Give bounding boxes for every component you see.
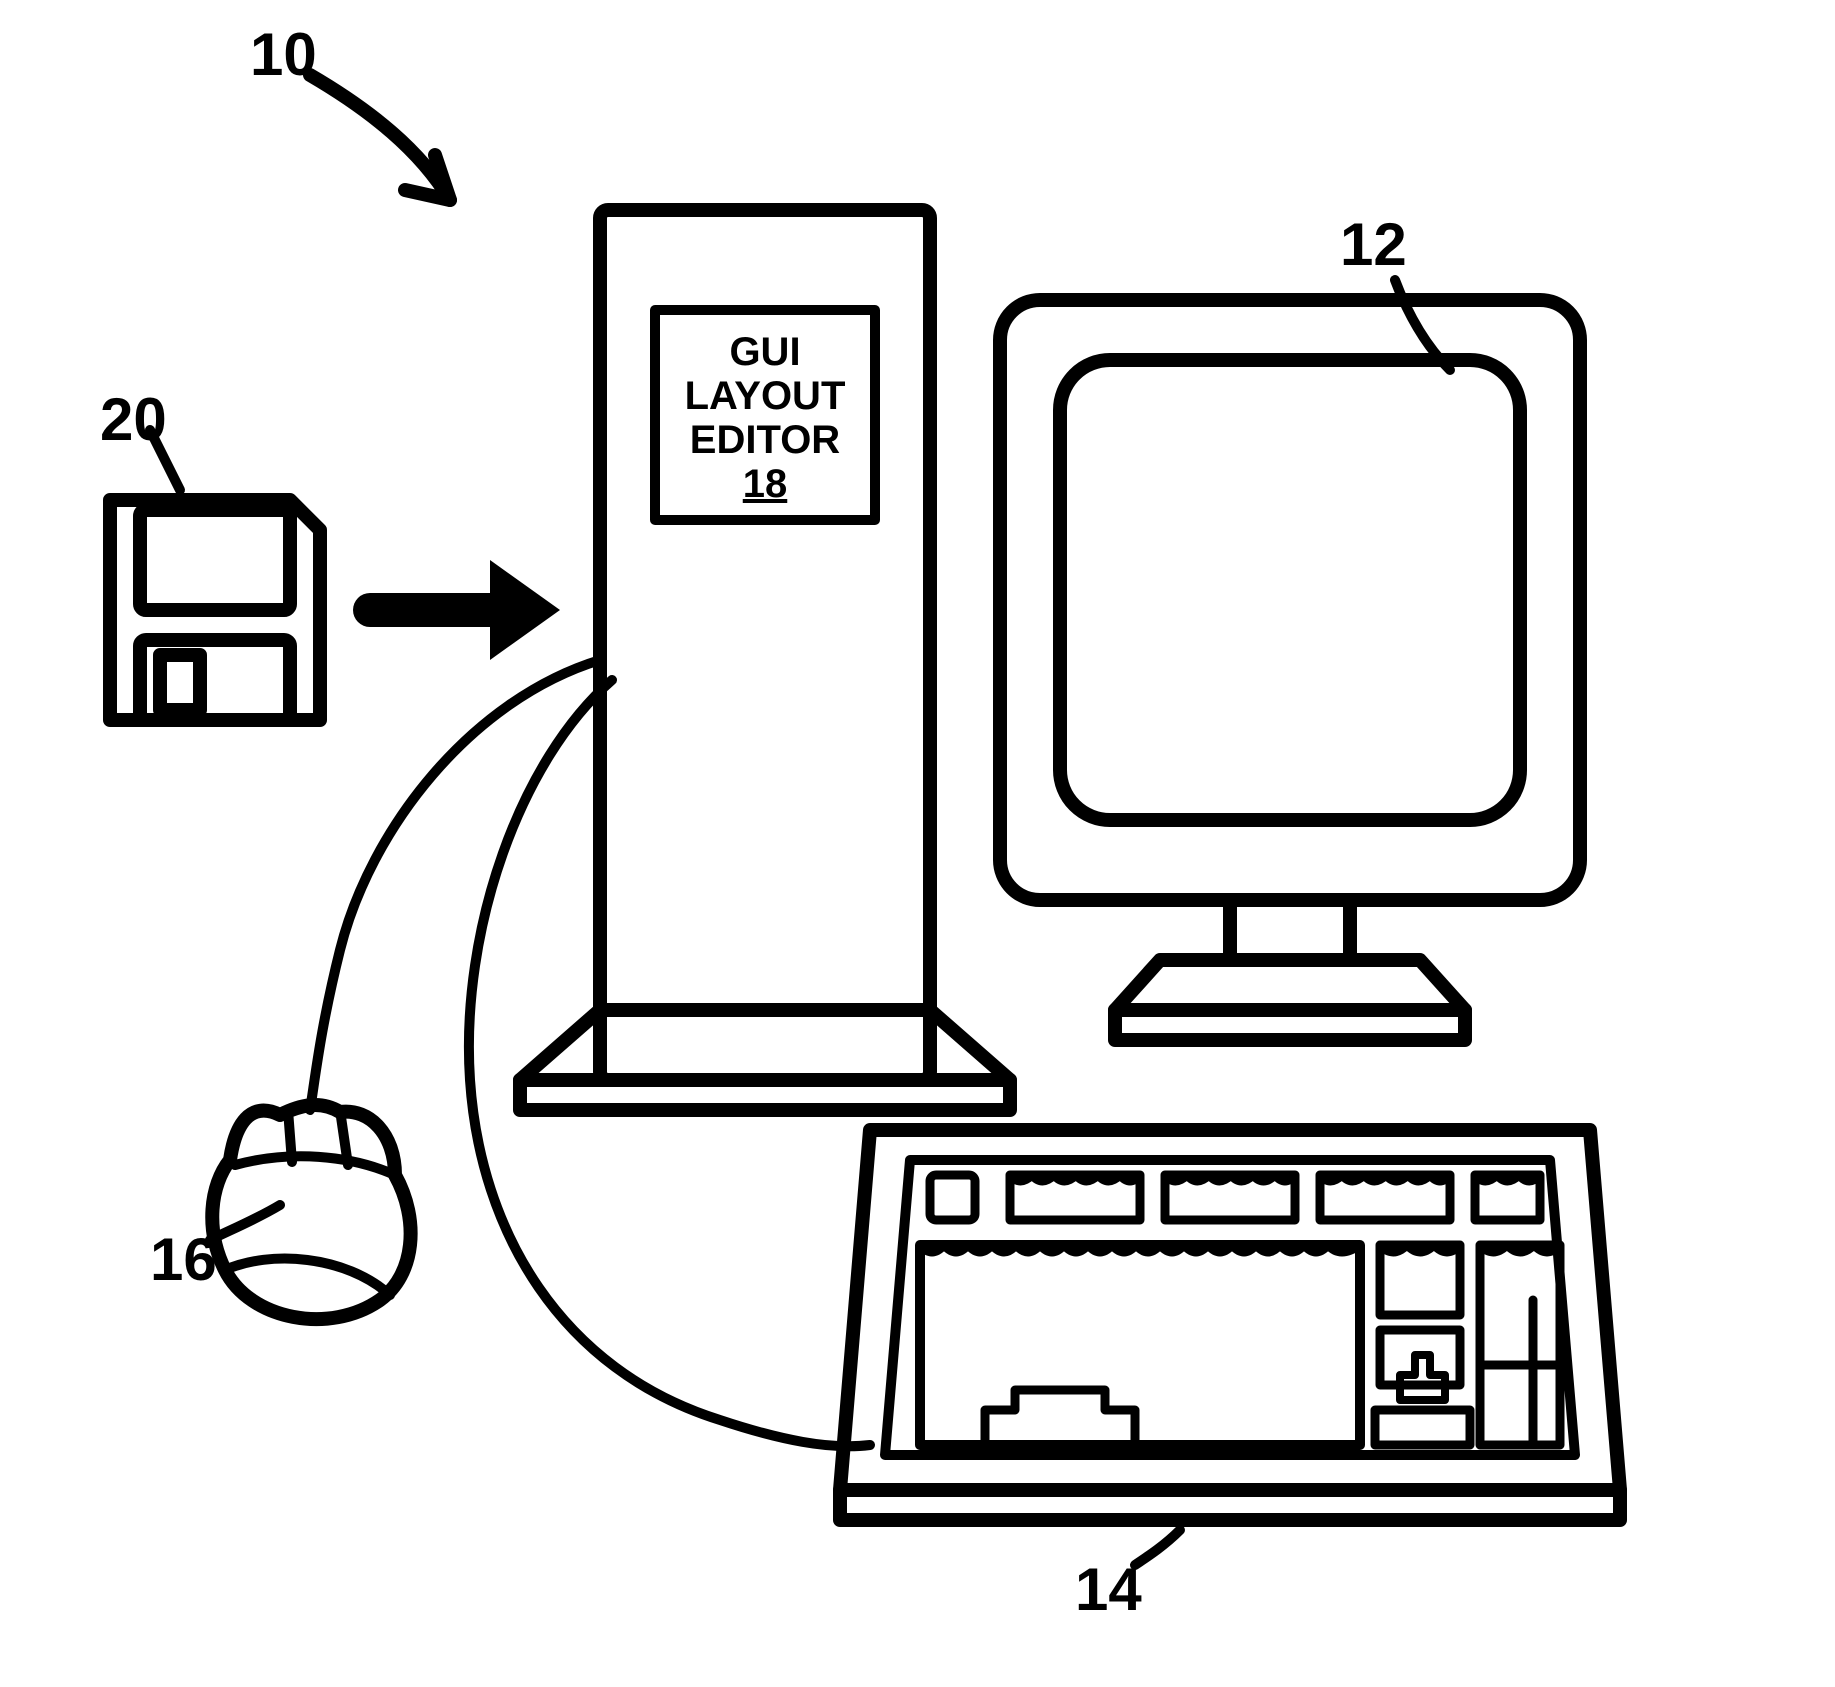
tower-label-line2: EDITOR (655, 418, 875, 462)
floppy-icon (110, 500, 320, 720)
keyboard-icon (840, 1130, 1620, 1520)
tower-label: GUI LAYOUT EDITOR 18 (655, 330, 875, 506)
ref-keyboard: 14 (1075, 1555, 1142, 1624)
arrow-icon (370, 560, 560, 660)
ref-editor: 18 (655, 462, 875, 506)
mouse-icon (212, 1105, 410, 1319)
monitor-icon (1000, 300, 1580, 1040)
ref-floppy: 20 (100, 385, 167, 454)
diagram-svg (0, 0, 1835, 1687)
tower-label-line1: GUI LAYOUT (655, 330, 875, 418)
ref-mouse: 16 (150, 1225, 217, 1294)
ref-system: 10 (250, 20, 317, 89)
ref-monitor: 12 (1340, 210, 1407, 279)
diagram-stage: 10 12 14 16 20 GUI LAYOUT EDITOR 18 (0, 0, 1835, 1687)
